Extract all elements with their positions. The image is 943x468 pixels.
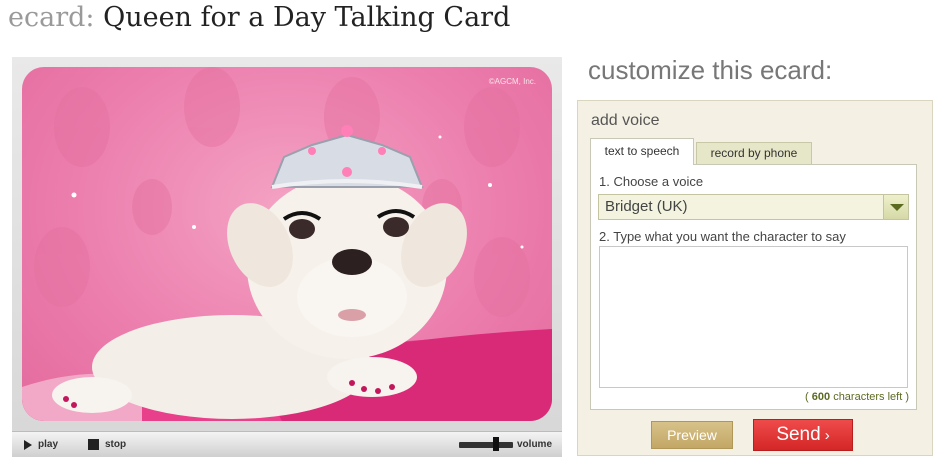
stop-button[interactable]: stop (88, 439, 126, 450)
play-icon (24, 439, 32, 450)
bulldog-puppy-illustration (22, 67, 552, 421)
chars-left-count: 600 (811, 391, 831, 403)
choose-voice-label: 1. Choose a voice (599, 174, 704, 189)
stop-label: stop (105, 439, 127, 450)
volume-control: volume (517, 439, 552, 450)
copyright-text: ©AGCM, Inc. (488, 77, 536, 86)
chevron-right-icon: › (824, 427, 830, 444)
tab-text-to-speech[interactable]: text to speech (590, 138, 694, 165)
chevron-down-icon (890, 204, 904, 211)
player-controls: play stop volume (12, 431, 562, 457)
send-label: Send (776, 424, 821, 445)
preview-button[interactable]: Preview (651, 421, 733, 449)
tab-record-by-phone[interactable]: record by phone (696, 142, 812, 164)
send-button[interactable]: Send › (753, 419, 853, 451)
page-title-text: Queen for a Day Talking Card (103, 2, 511, 33)
stop-icon (88, 439, 99, 450)
message-input[interactable] (599, 246, 908, 388)
message-label: 2. Type what you want the character to s… (599, 229, 846, 244)
volume-slider-handle[interactable] (493, 437, 499, 451)
page-title-prefix: ecard: (8, 2, 95, 33)
voice-select-value: Bridget (UK) (605, 198, 688, 215)
page-title: ecard: Queen for a Day Talking Card (8, 0, 510, 38)
characters-left-counter: ( 600 characters left ) (805, 391, 909, 403)
play-label: play (38, 439, 59, 450)
play-button[interactable]: play (24, 439, 58, 450)
volume-slider[interactable] (459, 442, 513, 448)
ecard-player: ©AGCM, Inc. play stop volume (12, 57, 562, 457)
card-frame: ©AGCM, Inc. (12, 57, 562, 431)
voice-select-toggle[interactable] (883, 195, 908, 219)
voice-select[interactable]: Bridget (UK) (598, 194, 909, 220)
chars-left-prefix: ( (805, 391, 809, 403)
chars-left-suffix: characters left ) (833, 391, 909, 403)
volume-label: volume (517, 439, 553, 450)
customize-heading: customize this ecard: (588, 55, 833, 85)
add-voice-heading: add voice (591, 112, 660, 129)
card-image[interactable]: ©AGCM, Inc. (22, 67, 552, 421)
